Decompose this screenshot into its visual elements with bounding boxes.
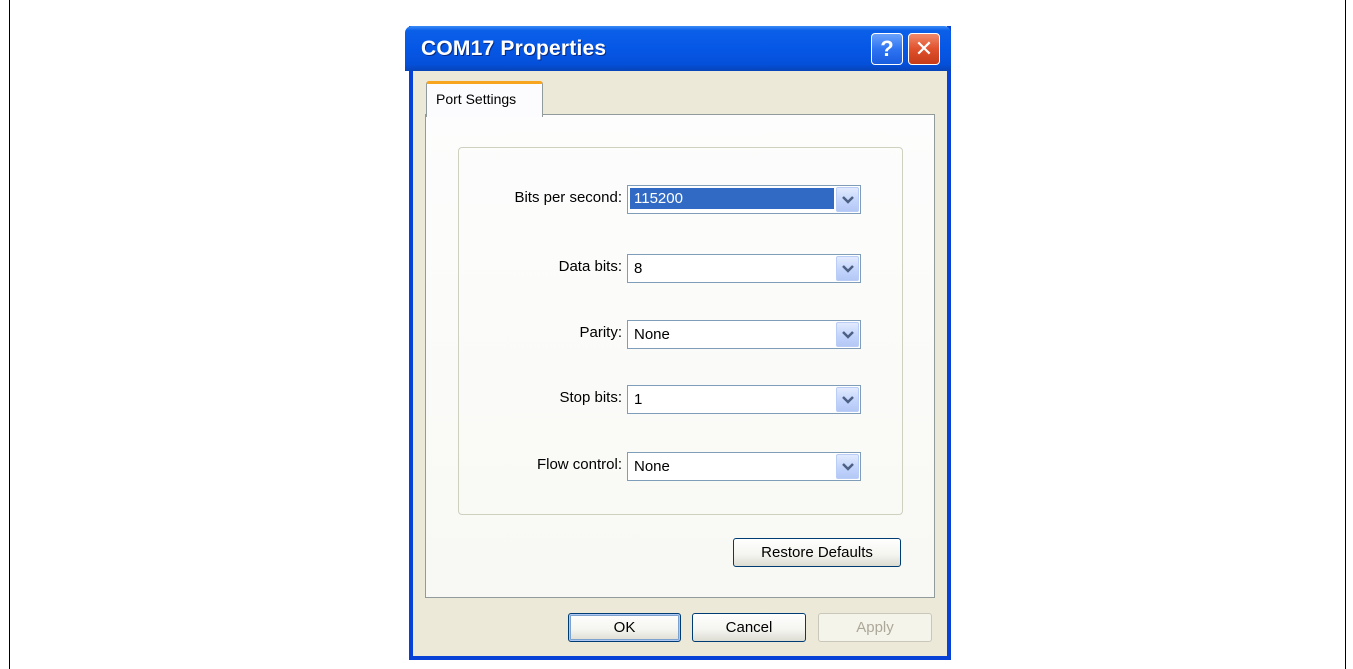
chevron-down-icon[interactable] xyxy=(836,187,859,212)
parity-label: Parity: xyxy=(579,324,622,341)
help-icon: ? xyxy=(880,36,894,61)
bits-per-second-select[interactable]: 115200 xyxy=(627,185,861,214)
chevron-down-icon[interactable] xyxy=(836,322,859,347)
chevron-down-icon[interactable] xyxy=(836,454,859,479)
bits-per-second-label: Bits per second: xyxy=(514,189,622,206)
data-bits-value: 8 xyxy=(634,260,643,277)
cancel-button[interactable]: Cancel xyxy=(692,613,806,642)
window-title: COM17 Properties xyxy=(421,37,607,60)
help-button[interactable]: ? xyxy=(871,33,903,65)
flow-control-select[interactable]: None xyxy=(627,452,861,481)
tab-label: Port Settings xyxy=(436,91,517,107)
close-icon: ✕ xyxy=(914,36,934,61)
ok-button[interactable]: OK xyxy=(568,613,681,642)
stop-bits-label: Stop bits: xyxy=(559,389,622,406)
bits-per-second-value: 115200 xyxy=(630,188,834,209)
parity-select[interactable]: None xyxy=(627,320,861,349)
flow-control-value: None xyxy=(634,458,670,475)
flow-control-label: Flow control: xyxy=(536,456,622,473)
stop-bits-select[interactable]: 1 xyxy=(627,385,861,414)
data-bits-select[interactable]: 8 xyxy=(627,254,861,283)
parity-value: None xyxy=(634,326,670,343)
restore-defaults-button[interactable]: Restore Defaults xyxy=(733,538,901,567)
tab-port-settings[interactable]: Port Settings xyxy=(426,81,543,117)
stop-bits-value: 1 xyxy=(634,391,643,408)
title-bar[interactable]: COM17 Properties ? ✕ xyxy=(405,26,951,71)
chevron-down-icon[interactable] xyxy=(836,256,859,281)
chevron-down-icon[interactable] xyxy=(836,387,859,412)
data-bits-label: Data bits: xyxy=(558,258,622,275)
close-button[interactable]: ✕ xyxy=(908,33,940,65)
apply-button[interactable]: Apply xyxy=(818,613,932,642)
